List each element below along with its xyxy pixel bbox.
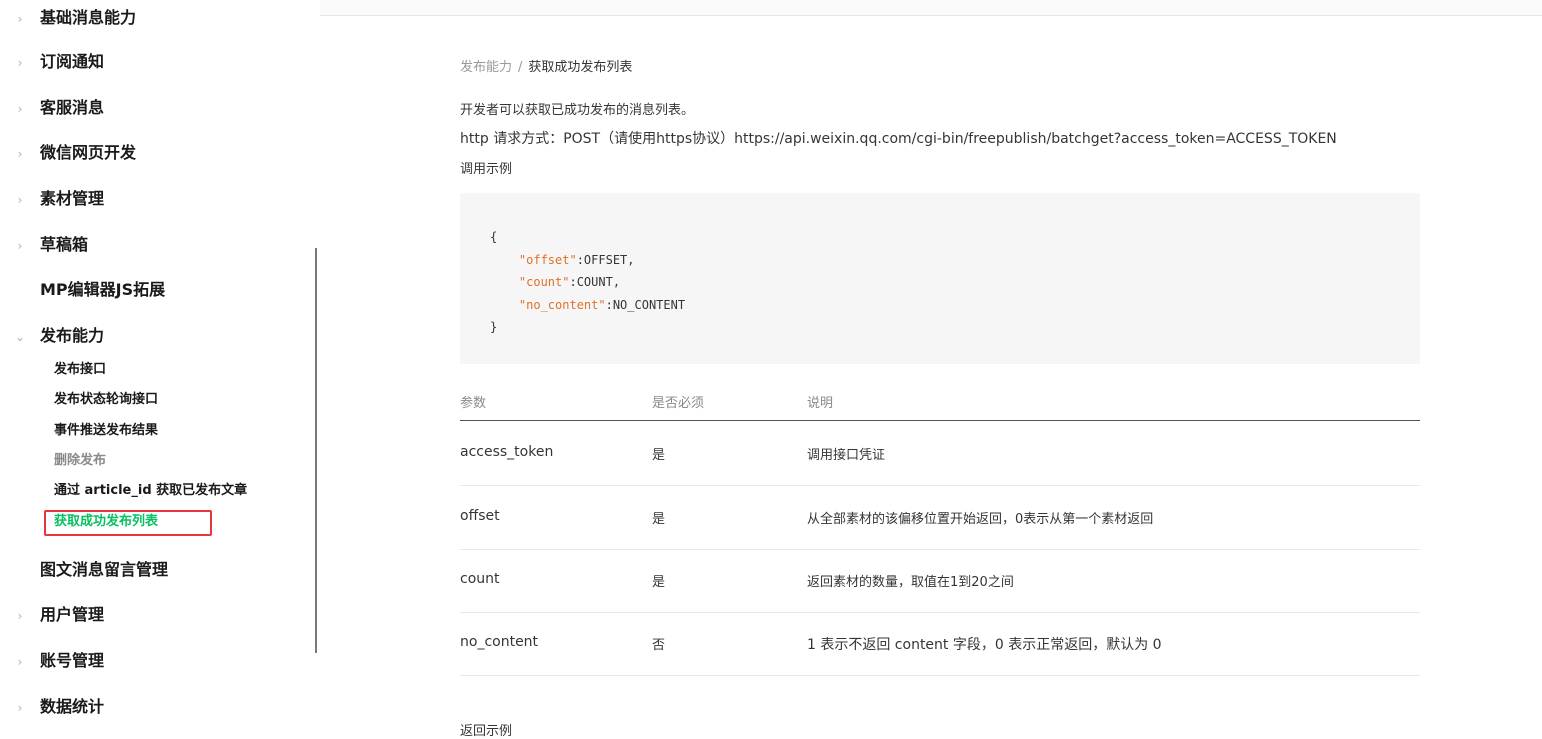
param-desc: 1 表示不返回 content 字段，0 表示正常返回，默认为 0 <box>807 637 1162 653</box>
sidebar-item-account[interactable]: › 账号管理 <box>0 650 300 680</box>
sidebar-item-drafts[interactable]: › 草稿箱 <box>0 234 300 264</box>
sidebar-item-publish[interactable]: ⌄ 发布能力 <box>0 325 300 355</box>
chevron-right-icon: › <box>17 56 23 70</box>
sidebar-item-label: 图文消息留言管理 <box>40 560 169 579</box>
sidebar-subitem-publish-event[interactable]: 事件推送发布结果 <box>54 422 158 440</box>
param-required: 是 <box>652 512 666 527</box>
sidebar-item-label: MP编辑器JS拓展 <box>40 280 166 299</box>
sidebar-item-stats[interactable]: › 数据统计 <box>0 696 300 726</box>
code-value: :COUNT, <box>569 275 621 289</box>
sidebar-item-label: 订阅通知 <box>40 52 105 71</box>
chevron-right-icon: › <box>17 147 23 161</box>
param-name: access_token <box>460 444 554 460</box>
code-key: "no_content" <box>518 297 606 312</box>
sidebar-item-comments[interactable]: 图文消息留言管理 <box>0 559 300 589</box>
code-block: { "offset":OFFSET, "count":COUNT, "no_co… <box>460 193 1420 364</box>
table-row: access_token 是 调用接口凭证 <box>460 422 1420 486</box>
code-value: :OFFSET, <box>576 252 635 267</box>
table-header-required: 是否必须 <box>652 396 705 411</box>
breadcrumb: 发布能力 / 获取成功发布列表 <box>460 56 632 75</box>
param-name: offset <box>460 508 500 524</box>
sidebar-item-label: 微信网页开发 <box>40 143 137 162</box>
table-row: count 是 返回素材的数量，取值在1到20之间 <box>460 549 1420 613</box>
param-required: 是 <box>652 448 666 463</box>
sidebar-subitem-publish-status[interactable]: 发布状态轮询接口 <box>54 391 158 409</box>
param-required: 否 <box>652 638 666 653</box>
example-label: 调用示例 <box>460 162 513 177</box>
chevron-right-icon: › <box>17 12 23 26</box>
table-row: offset 是 从全部素材的该偏移位置开始返回，0表示从第一个素材返回 <box>460 486 1420 550</box>
http-request-line: http 请求方式：POST（请使用https协议）https://api.we… <box>460 131 1337 147</box>
breadcrumb-separator: / <box>518 60 523 75</box>
sidebar-item-label: 数据统计 <box>40 697 105 716</box>
param-desc: 调用接口凭证 <box>807 448 886 463</box>
sidebar-item-label: 发布能力 <box>40 326 105 345</box>
param-required: 是 <box>652 575 666 590</box>
sidebar-item-label: 用户管理 <box>40 605 105 624</box>
param-name: count <box>460 571 500 587</box>
chevron-icon <box>14 563 26 579</box>
sidebar-item-subscribe[interactable]: › 订阅通知 <box>0 51 300 81</box>
sidebar-subitem-delete-publish[interactable]: 删除发布 <box>54 452 106 470</box>
chevron-right-icon: › <box>17 193 23 207</box>
chevron-right-icon: › <box>17 102 23 116</box>
param-desc: 返回素材的数量，取值在1到20之间 <box>807 575 1014 590</box>
table-header-param: 参数 <box>460 396 487 411</box>
chevron-right-icon: › <box>17 609 23 623</box>
sidebar-item-web-dev[interactable]: › 微信网页开发 <box>0 142 300 172</box>
param-name: no_content <box>460 634 539 650</box>
table-row: no_content 否 1 表示不返回 content 字段，0 表示正常返回… <box>460 612 1420 676</box>
sidebar-item-basic-messages[interactable]: › 基础消息能力 <box>0 7 300 37</box>
code-value: :NO_CONTENT <box>605 297 686 312</box>
sidebar-nav: › 基础消息能力 › 订阅通知 › 客服消息 › 微信网页开发 › 素材管理 ›… <box>0 0 320 734</box>
intro-text: 开发者可以获取已成功发布的消息列表。 <box>460 103 695 118</box>
sidebar-item-mp-editor[interactable]: MP编辑器JS拓展 <box>0 279 300 309</box>
sidebar-scrollbar[interactable] <box>315 248 317 653</box>
sidebar-item-material[interactable]: › 素材管理 <box>0 188 300 218</box>
breadcrumb-current: 获取成功发布列表 <box>528 60 633 75</box>
param-desc: 从全部素材的该偏移位置开始返回，0表示从第一个素材返回 <box>807 512 1154 527</box>
code-key: "count" <box>518 275 570 289</box>
chevron-right-icon: › <box>17 655 23 669</box>
breadcrumb-parent[interactable]: 发布能力 <box>460 60 512 75</box>
sidebar-subitem-get-article[interactable]: 通过 article_id 获取已发布文章 <box>54 482 247 500</box>
code-close-brace: } <box>490 320 498 334</box>
sidebar-item-customer-service[interactable]: › 客服消息 <box>0 97 300 127</box>
table-header-divider <box>460 420 1420 421</box>
highlight-box <box>44 510 212 536</box>
chevron-down-icon: ⌄ <box>14 330 26 344</box>
sidebar-item-users[interactable]: › 用户管理 <box>0 604 300 634</box>
sidebar-item-label: 账号管理 <box>40 651 105 670</box>
return-example-label: 返回示例 <box>460 724 513 739</box>
sidebar-item-label: 客服消息 <box>40 98 105 117</box>
sidebar-item-label: 基础消息能力 <box>40 8 137 27</box>
sidebar-item-label: 素材管理 <box>40 189 105 208</box>
sidebar-item-label: 草稿箱 <box>40 235 89 254</box>
sidebar-subitem-publish-api[interactable]: 发布接口 <box>54 361 106 379</box>
chevron-right-icon: › <box>17 239 23 253</box>
chevron-right-icon: › <box>17 701 23 715</box>
code-open-brace: { <box>490 230 498 244</box>
top-bar <box>320 0 1542 16</box>
chevron-icon <box>14 283 26 299</box>
table-header-desc: 说明 <box>807 396 834 411</box>
code-key: "offset" <box>518 252 577 267</box>
